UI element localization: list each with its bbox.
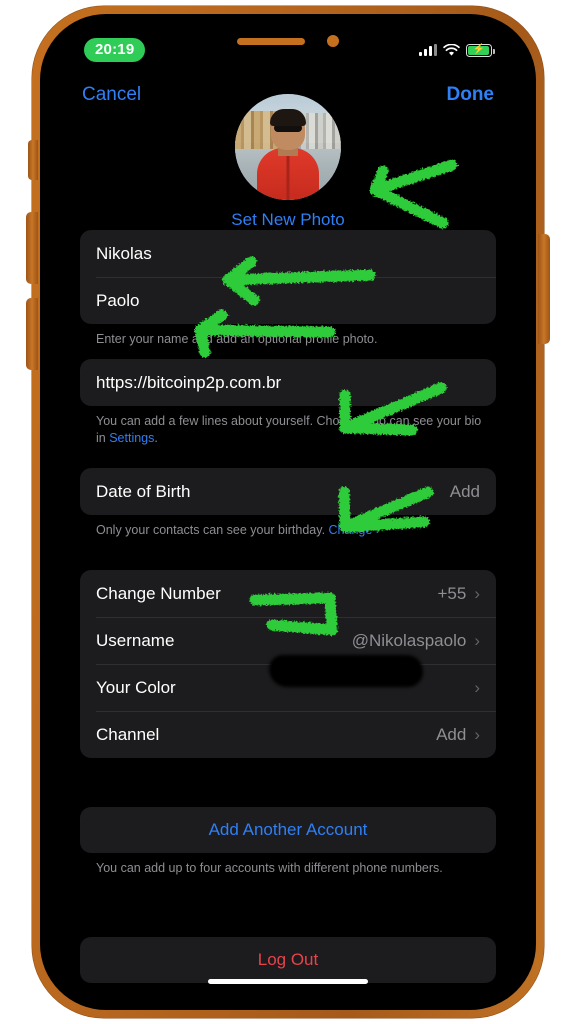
profile-edit-page: Cancel Done Set New Photo Nikolas Paolo …: [62, 26, 514, 998]
date-of-birth-row[interactable]: Date of Birth Add: [80, 468, 496, 515]
logout-section: Log Out: [62, 937, 514, 983]
birthday-hint: Only your contacts can see your birthday…: [96, 522, 492, 539]
chevron-right-icon: ›: [474, 678, 480, 697]
birthday-card: Date of Birth Add: [80, 468, 496, 515]
table-row[interactable]: Channel Add ›: [80, 711, 496, 758]
chevron-right-icon: ›: [474, 631, 480, 650]
date-of-birth-value[interactable]: Add: [450, 482, 480, 502]
done-button[interactable]: Done: [447, 84, 495, 106]
phone-screen: 20:19 ⚡ Cancel Done Set New Photo Nikola…: [62, 26, 514, 998]
bio-input[interactable]: https://bitcoinp2p.com.br: [96, 373, 281, 393]
chevron-right-icon: ›: [474, 584, 480, 603]
last-name-input[interactable]: Paolo: [96, 291, 139, 311]
cancel-button[interactable]: Cancel: [82, 84, 141, 106]
avatar-section: Set New Photo: [62, 94, 514, 230]
first-name-row[interactable]: Nikolas: [80, 230, 496, 277]
table-row[interactable]: Change Number +55 ›: [80, 570, 496, 617]
first-name-input[interactable]: Nikolas: [96, 244, 152, 264]
home-indicator[interactable]: [208, 979, 368, 984]
status-bar: 20:19 ⚡: [62, 26, 514, 70]
bio-card: https://bitcoinp2p.com.br: [80, 359, 496, 406]
table-row[interactable]: Username @Nikolaspaolo ›: [80, 617, 496, 664]
bio-settings-link[interactable]: Settings: [109, 431, 154, 445]
change-number-value: +55: [437, 583, 467, 603]
birthday-hint-text: Only your contacts can see your birthday…: [96, 523, 329, 537]
name-card: Nikolas Paolo: [80, 230, 496, 324]
add-another-account-button[interactable]: Add Another Account: [80, 807, 496, 853]
chevron-right-icon: ›: [375, 523, 380, 537]
username-label: Username: [96, 630, 175, 650]
volume-up-button[interactable]: [26, 212, 38, 284]
status-time: 20:19: [84, 38, 146, 62]
bio-hint: You can add a few lines about yourself. …: [96, 413, 492, 447]
username-value: @Nikolaspaolo: [351, 630, 467, 650]
last-name-row[interactable]: Paolo: [80, 277, 496, 324]
bio-hint-text-after: .: [154, 430, 158, 445]
add-account-section: Add Another Account You can add up to fo…: [62, 807, 514, 877]
status-icons: ⚡: [419, 43, 495, 57]
battery-charging-icon: ⚡: [466, 43, 495, 57]
silent-switch-button[interactable]: [28, 140, 38, 180]
bio-row[interactable]: https://bitcoinp2p.com.br: [80, 359, 496, 406]
your-color-label: Your Color: [96, 677, 176, 697]
bio-section: https://bitcoinp2p.com.br You can add a …: [62, 359, 514, 447]
set-new-photo-button[interactable]: Set New Photo: [62, 210, 514, 230]
birthday-section: Date of Birth Add Only your contacts can…: [62, 468, 514, 539]
wifi-icon: [443, 43, 460, 56]
name-section: Nikolas Paolo Enter your name and add an…: [62, 230, 514, 348]
name-hint: Enter your name and add an optional prof…: [96, 332, 378, 346]
navigation-bar: Cancel Done: [62, 78, 514, 112]
channel-value: Add: [436, 724, 467, 744]
add-account-hint: You can add up to four accounts with dif…: [96, 861, 443, 875]
birthday-change-link[interactable]: Change ›: [329, 523, 380, 537]
date-of-birth-label: Date of Birth: [96, 481, 191, 501]
change-number-label: Change Number: [96, 583, 221, 603]
volume-down-button[interactable]: [26, 298, 38, 370]
chevron-right-icon: ›: [474, 725, 480, 744]
cellular-bars-icon: [419, 44, 437, 56]
power-button[interactable]: [538, 234, 550, 344]
screenshot-root: 20:19 ⚡ Cancel Done Set New Photo Nikola…: [0, 0, 576, 1024]
channel-label: Channel: [96, 724, 160, 744]
redaction-scribble: [272, 658, 420, 684]
log-out-button[interactable]: Log Out: [80, 937, 496, 983]
